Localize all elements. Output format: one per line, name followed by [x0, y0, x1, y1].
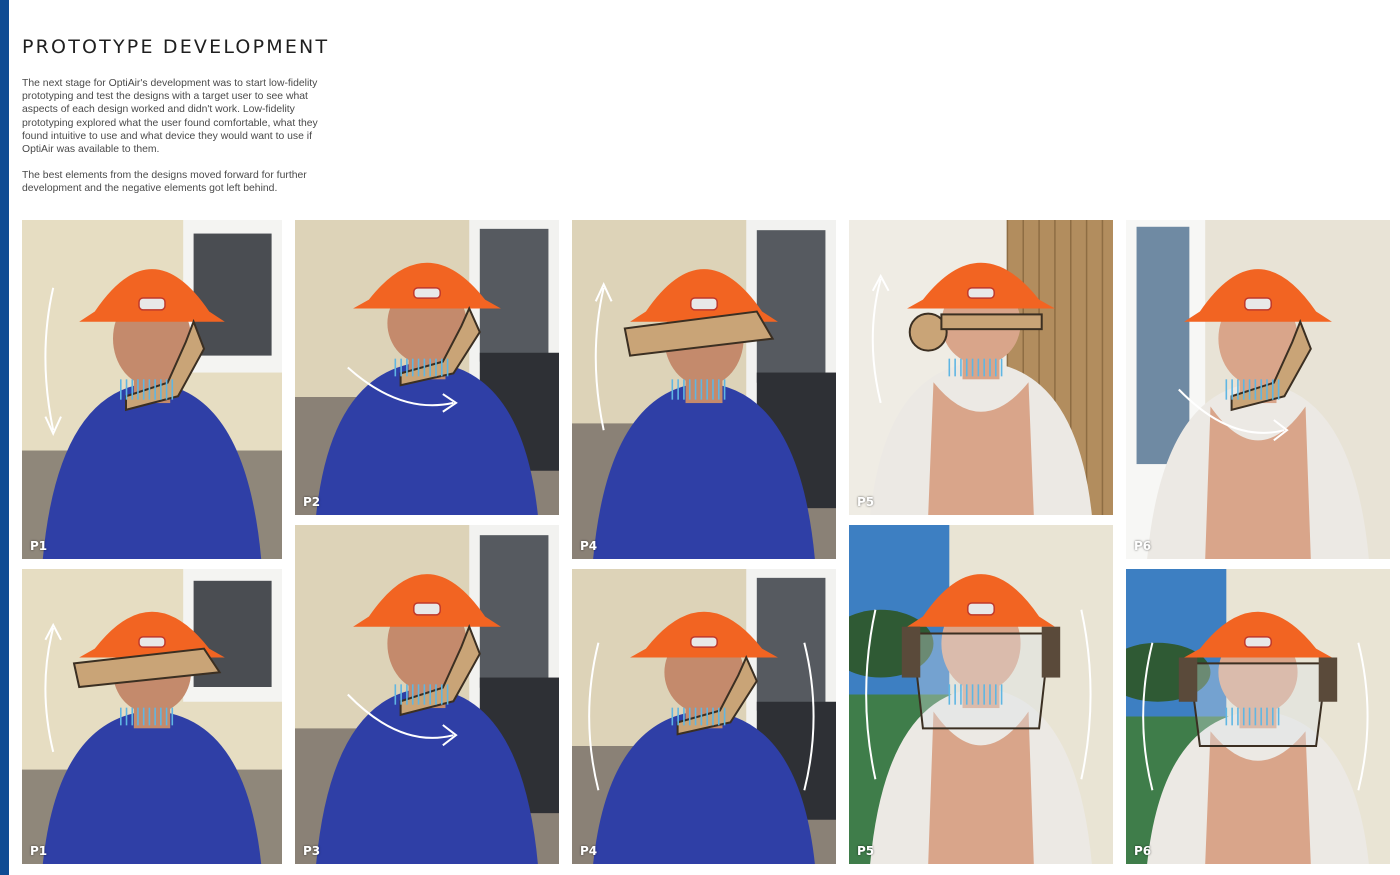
intro-paragraph-1: The next stage for OptiAir's development… [22, 78, 318, 156]
photo-label: P6 [1134, 844, 1152, 858]
prototype-photo-p6-bottom: P6 [1126, 569, 1390, 864]
page-title: PROTOTYPE DEVELOPMENT [22, 36, 330, 58]
photo-image [1126, 220, 1390, 559]
prototype-photo-p2: P2 [295, 220, 559, 515]
photo-label: P6 [1134, 539, 1152, 553]
photo-label: P1 [30, 844, 48, 858]
photo-image [1126, 569, 1390, 864]
prototype-photo-p4-bottom: P4 [572, 569, 836, 864]
photo-image [849, 220, 1113, 515]
photo-image [572, 220, 836, 559]
prototype-photo-p1-bottom: P1 [22, 569, 282, 864]
intro-paragraph-2: The best elements from the designs moved… [22, 170, 307, 195]
prototype-photo-p3: P3 [295, 525, 559, 864]
photo-image [572, 569, 836, 864]
photo-image [22, 569, 282, 864]
prototype-photo-p6-top: P6 [1126, 220, 1390, 559]
photo-image [849, 525, 1113, 864]
photo-label: P5 [857, 844, 875, 858]
prototype-photo-p5-top: P5 [849, 220, 1113, 515]
prototype-photo-p4-top: P4 [572, 220, 836, 559]
photo-label: P4 [580, 539, 598, 553]
photo-label: P4 [580, 844, 598, 858]
photo-label: P1 [30, 539, 48, 553]
photo-image [295, 220, 559, 515]
photo-label: P2 [303, 495, 321, 509]
prototype-photo-p1-top: P1 [22, 220, 282, 559]
photo-image [22, 220, 282, 559]
accent-bar [0, 0, 9, 875]
photo-label: P5 [857, 495, 875, 509]
photo-image [295, 525, 559, 864]
photo-label: P3 [303, 844, 321, 858]
prototype-photo-p5-bottom: P5 [849, 525, 1113, 864]
intro-text: The next stage for OptiAir's development… [22, 77, 322, 209]
